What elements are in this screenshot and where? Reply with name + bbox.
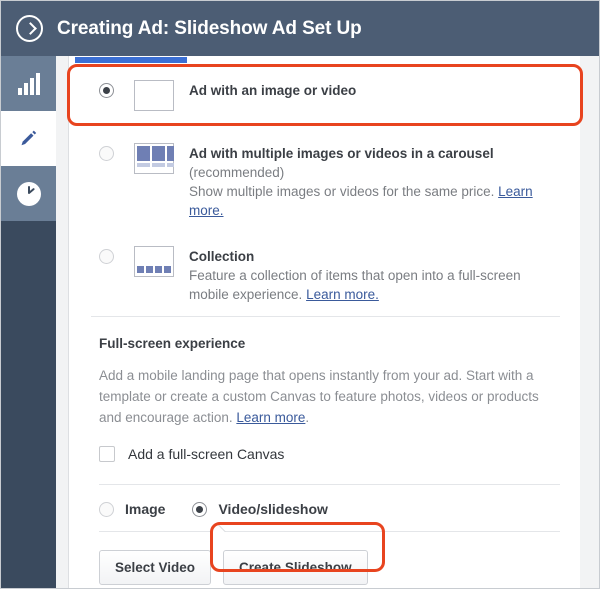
learn-more-link[interactable]: Learn more bbox=[236, 410, 305, 425]
media-type-row: Image Video/slideshow bbox=[91, 485, 560, 531]
circle-chevron-right-icon bbox=[15, 15, 43, 42]
section-description-text: Add a mobile landing page that opens ins… bbox=[99, 368, 539, 425]
format-option-description: Show multiple images or videos for the s… bbox=[189, 182, 541, 220]
ad-format-panel: Ad with an image or video Ad with multip… bbox=[69, 56, 580, 588]
sidebar-item-history[interactable] bbox=[1, 166, 56, 221]
radio-carousel[interactable] bbox=[99, 146, 114, 161]
format-option-subtitle: (recommended) bbox=[189, 165, 285, 180]
fullscreen-canvas-checkbox[interactable] bbox=[99, 446, 115, 462]
section-description: Add a mobile landing page that opens ins… bbox=[99, 365, 554, 428]
sidebar-item-ad-creative[interactable] bbox=[1, 111, 56, 166]
window-header: Creating Ad: Slideshow Ad Set Up bbox=[1, 1, 599, 56]
clock-icon bbox=[16, 181, 41, 206]
radio-image-label: Image bbox=[125, 501, 166, 517]
fullscreen-canvas-checkbox-row[interactable]: Add a full-screen Canvas bbox=[99, 446, 560, 462]
format-option-carousel[interactable]: Ad with multiple images or videos in a c… bbox=[91, 129, 560, 232]
collapse-nav-button[interactable] bbox=[1, 1, 57, 56]
caret-up-icon bbox=[209, 523, 226, 532]
fullscreen-canvas-label: Add a full-screen Canvas bbox=[128, 446, 285, 462]
format-option-title: Collection bbox=[189, 249, 255, 264]
panel-gutter bbox=[56, 56, 69, 588]
carousel-thumbnail bbox=[134, 143, 174, 174]
fullscreen-experience-section: Full-screen experience Add a mobile land… bbox=[91, 317, 560, 462]
format-option-title: Ad with multiple images or videos in a c… bbox=[189, 146, 494, 161]
select-video-button[interactable]: Select Video bbox=[99, 550, 212, 585]
sidebar-item-campaign[interactable] bbox=[1, 56, 56, 111]
section-description-end: . bbox=[305, 410, 310, 425]
description-text: Show multiple images or videos for the s… bbox=[189, 184, 499, 199]
format-option-collection[interactable]: Collection Feature a collection of items… bbox=[91, 232, 560, 316]
format-option-description: Feature a collection of items that open … bbox=[189, 266, 541, 304]
media-action-buttons: Select Video Create Slideshow bbox=[91, 532, 560, 585]
format-option-single-image-video[interactable]: Ad with an image or video bbox=[91, 64, 560, 129]
format-option-title: Ad with an image or video bbox=[189, 83, 357, 98]
learn-more-link[interactable]: Learn more. bbox=[306, 287, 379, 302]
radio-single-image-video[interactable] bbox=[99, 83, 114, 98]
page-title: Creating Ad: Slideshow Ad Set Up bbox=[57, 17, 362, 39]
facebook-ads-creation-window: Creating Ad: Slideshow Ad Set Up Ad with… bbox=[0, 0, 600, 589]
single-image-thumbnail bbox=[134, 80, 174, 111]
radio-image[interactable] bbox=[99, 501, 114, 517]
create-slideshow-button[interactable]: Create Slideshow bbox=[223, 550, 368, 585]
progress-indicator bbox=[75, 57, 187, 63]
vertical-scrollbar[interactable] bbox=[578, 56, 599, 588]
radio-video-slideshow-label: Video/slideshow bbox=[218, 501, 328, 517]
collection-thumbnail bbox=[134, 246, 174, 277]
radio-video-slideshow[interactable] bbox=[192, 501, 208, 517]
section-heading: Full-screen experience bbox=[99, 336, 246, 351]
left-sidebar bbox=[1, 56, 56, 588]
bar-chart-icon bbox=[17, 72, 40, 95]
panel-content: Ad with an image or video Ad with multip… bbox=[69, 64, 580, 588]
radio-collection[interactable] bbox=[99, 249, 114, 264]
pencil-icon bbox=[21, 130, 36, 145]
